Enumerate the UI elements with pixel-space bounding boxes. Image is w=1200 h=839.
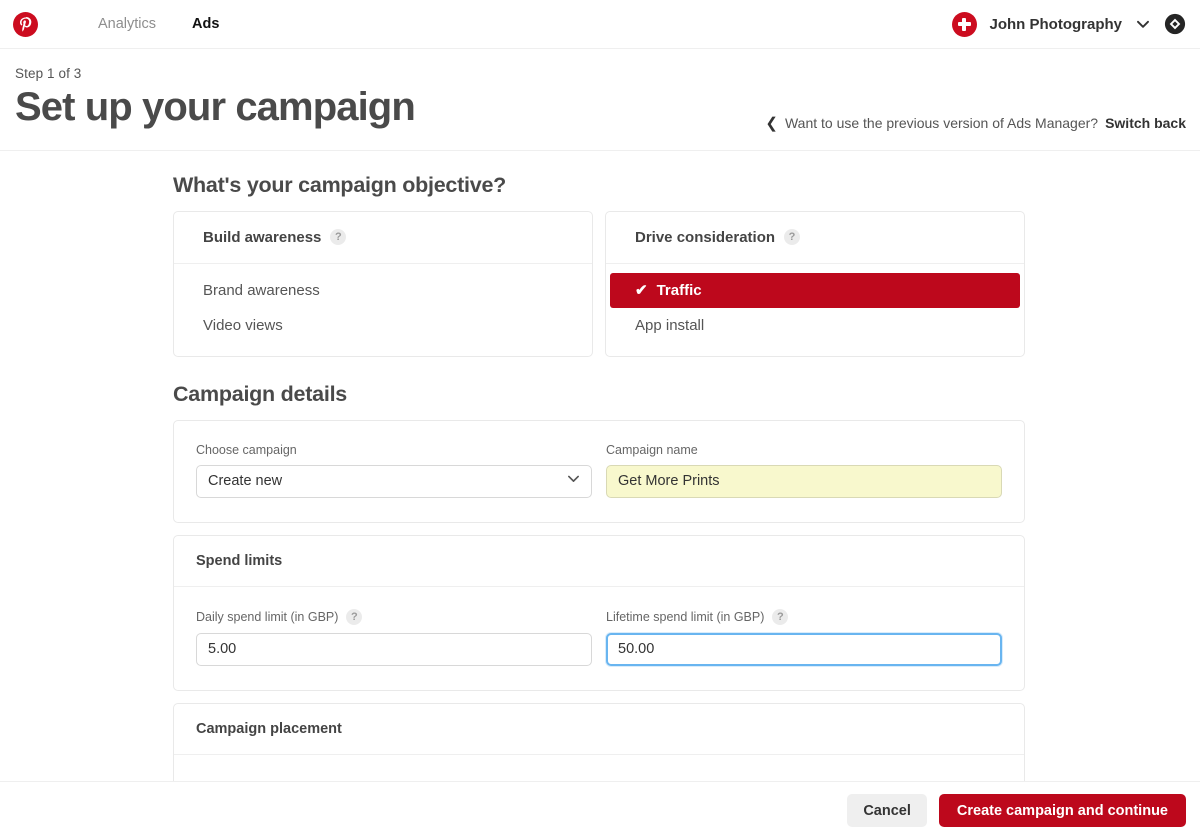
main-content: What's your campaign objective? Build aw… (0, 151, 1200, 796)
create-campaign-button[interactable]: Create campaign and continue (939, 794, 1186, 827)
objective-option-label: Traffic (657, 282, 702, 299)
objective-option-app-install[interactable]: App install (606, 308, 1024, 343)
choose-campaign-field: Choose campaign (196, 443, 592, 498)
question-mark-icon[interactable]: ? (330, 229, 346, 245)
campaign-name-label-text: Campaign name (606, 443, 698, 457)
choose-campaign-select[interactable] (196, 465, 592, 498)
objective-card-row: Build awareness ? Brand awareness Video … (173, 211, 1025, 357)
lifetime-spend-limit-input[interactable] (606, 633, 1002, 666)
lifetime-spend-limit-field: Lifetime spend limit (in GBP) ? (606, 609, 1002, 666)
objective-option-list: ✔ Traffic App install (606, 264, 1024, 356)
cancel-button[interactable]: Cancel (847, 794, 927, 827)
objective-group-header: Build awareness ? (174, 212, 592, 264)
objective-group-drive-consideration: Drive consideration ? ✔ Traffic App inst… (605, 211, 1025, 357)
switch-back-link[interactable]: ❮ Want to use the previous version of Ad… (765, 115, 1186, 131)
question-mark-icon[interactable]: ? (346, 609, 362, 625)
objective-group-header: Drive consideration ? (606, 212, 1024, 264)
daily-spend-limit-field: Daily spend limit (in GBP) ? (196, 609, 592, 666)
spend-limits-panel: Spend limits Daily spend limit (in GBP) … (173, 535, 1025, 691)
nav-link-analytics[interactable]: Analytics (80, 16, 174, 32)
step-header: Step 1 of 3 Set up your campaign ❮ Want … (0, 49, 1200, 151)
objective-option-video-views[interactable]: Video views (174, 308, 592, 343)
daily-spend-limit-label: Daily spend limit (in GBP) ? (196, 609, 592, 625)
profile-diamond-icon[interactable] (1164, 13, 1186, 35)
top-navigation-bar: Analytics Ads John Photography (0, 0, 1200, 49)
choose-campaign-select-wrapper (196, 465, 592, 498)
campaign-name-label: Campaign name (606, 443, 1002, 457)
objective-option-traffic[interactable]: ✔ Traffic (610, 273, 1020, 308)
account-name-label[interactable]: John Photography (990, 16, 1123, 33)
daily-spend-limit-input[interactable] (196, 633, 592, 666)
objective-group-title: Build awareness (203, 229, 321, 246)
lifetime-spend-limit-label: Lifetime spend limit (in GBP) ? (606, 609, 1002, 625)
switch-back-action[interactable]: Switch back (1105, 115, 1186, 131)
switch-back-text: Want to use the previous version of Ads … (785, 115, 1098, 131)
campaign-details-panel: Choose campaign Campaign name (173, 420, 1025, 523)
lifetime-spend-limit-label-text: Lifetime spend limit (in GBP) (606, 610, 764, 624)
check-icon: ✔ (635, 283, 648, 298)
campaign-placement-title: Campaign placement (174, 704, 1024, 755)
question-mark-icon[interactable]: ? (772, 609, 788, 625)
choose-campaign-label-text: Choose campaign (196, 443, 297, 457)
primary-nav-links: Analytics Ads (80, 16, 237, 32)
step-indicator: Step 1 of 3 (15, 66, 1186, 81)
spend-limits-title: Spend limits (174, 536, 1024, 587)
nav-right-group: John Photography (952, 12, 1187, 37)
objective-group-title: Drive consideration (635, 229, 775, 246)
campaign-details-fields: Choose campaign Campaign name (174, 421, 1024, 522)
question-mark-icon[interactable]: ? (784, 229, 800, 245)
daily-spend-limit-label-text: Daily spend limit (in GBP) (196, 610, 338, 624)
spend-limits-fields: Daily spend limit (in GBP) ? Lifetime sp… (174, 587, 1024, 690)
objective-group-build-awareness: Build awareness ? Brand awareness Video … (173, 211, 593, 357)
bottom-action-bar: Cancel Create campaign and continue (0, 781, 1200, 839)
objective-option-brand-awareness[interactable]: Brand awareness (174, 273, 592, 308)
pinterest-logo-icon[interactable] (13, 12, 38, 37)
campaign-name-field: Campaign name (606, 443, 1002, 498)
objective-heading: What's your campaign objective? (173, 173, 1025, 198)
nav-link-ads[interactable]: Ads (174, 16, 237, 32)
chevron-left-icon: ❮ (765, 116, 778, 131)
chevron-down-icon[interactable] (1135, 16, 1151, 32)
objective-option-list: Brand awareness Video views (174, 264, 592, 356)
plus-circle-icon[interactable] (952, 12, 977, 37)
campaign-name-input[interactable] (606, 465, 1002, 498)
campaign-details-heading: Campaign details (173, 382, 1025, 407)
choose-campaign-label: Choose campaign (196, 443, 592, 457)
page-body: Step 1 of 3 Set up your campaign ❮ Want … (0, 49, 1200, 839)
